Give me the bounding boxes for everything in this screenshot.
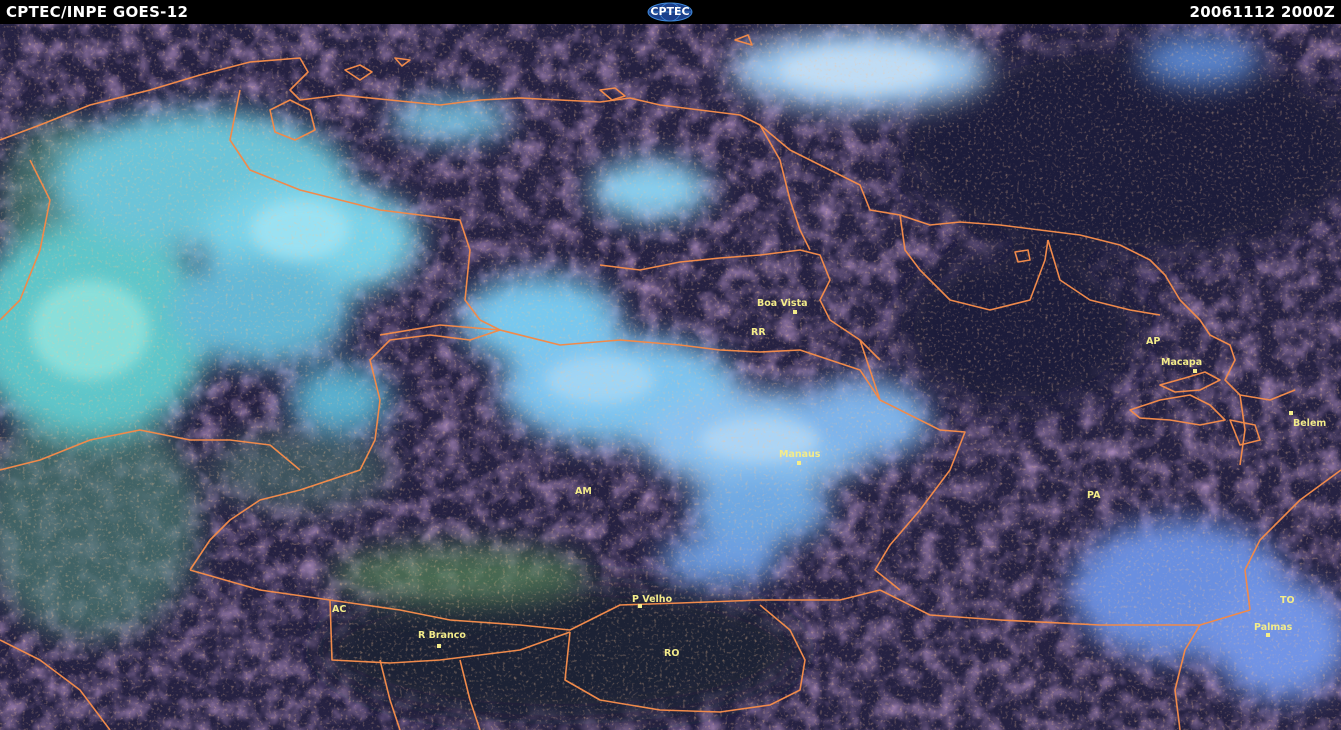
city-label-manaus: Manaus bbox=[779, 449, 821, 460]
city-dot bbox=[1193, 369, 1197, 373]
city-dot bbox=[1289, 411, 1293, 415]
satellite-source-label: CPTEC/INPE GOES-12 bbox=[6, 3, 189, 21]
logo-text: CPTEC bbox=[650, 5, 690, 18]
satellite-image-viewer: CPTEC/INPE GOES-12 CPTEC 20061112 2000Z bbox=[0, 0, 1341, 730]
texture-layer bbox=[0, 24, 1341, 730]
city-dot bbox=[793, 310, 797, 314]
city-label-p-velho: P Velho bbox=[632, 594, 673, 605]
city-dot bbox=[1266, 633, 1270, 637]
city-label-palmas: Palmas bbox=[1254, 622, 1293, 633]
cptec-logo: CPTEC bbox=[646, 2, 694, 22]
state-label-ro: RO bbox=[664, 648, 679, 659]
state-label-am: AM bbox=[575, 486, 592, 497]
city-label-boa-vista: Boa Vista bbox=[757, 298, 808, 309]
state-label-to: TO bbox=[1280, 595, 1295, 606]
map-canvas: RR AP AM PA AC RO TO Boa Vista Manaus Ma… bbox=[0, 24, 1341, 730]
city-label-belem: Belem bbox=[1293, 418, 1326, 429]
city-label-macapa: Macapa bbox=[1161, 357, 1202, 368]
city-dot bbox=[797, 461, 801, 465]
state-label-pa: PA bbox=[1087, 490, 1101, 501]
image-header-bar: CPTEC/INPE GOES-12 CPTEC 20061112 2000Z bbox=[0, 0, 1341, 24]
city-label-r-branco: R Branco bbox=[418, 630, 466, 641]
state-label-ap: AP bbox=[1146, 336, 1160, 347]
satellite-map: RR AP AM PA AC RO TO Boa Vista Manaus Ma… bbox=[0, 24, 1341, 730]
city-dot bbox=[437, 644, 441, 648]
state-label-ac: AC bbox=[332, 604, 346, 615]
state-label-rr: RR bbox=[751, 327, 766, 338]
image-datetime-label: 20061112 2000Z bbox=[1189, 3, 1335, 21]
